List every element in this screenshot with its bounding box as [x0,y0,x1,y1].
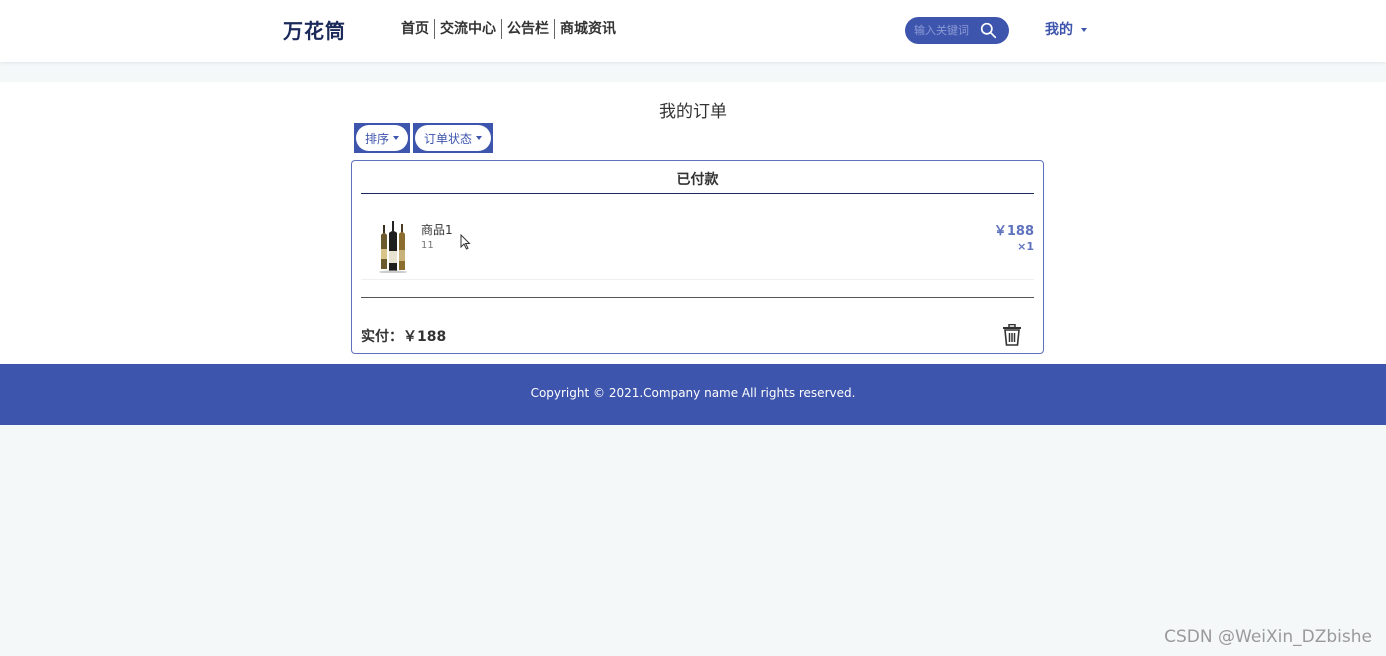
nav-item-news[interactable]: 商城资讯 [554,19,621,39]
order-status-button-inner: 订单状态 [415,125,492,151]
sort-dropdown-button[interactable]: 排序 [354,123,411,153]
product-quantity: ×1 [1017,240,1034,253]
chevron-down-icon [1081,28,1087,32]
search-icon[interactable] [980,22,997,39]
order-card: 已付款 商品1 11 ￥188 ×1 实付：￥188 [351,160,1044,354]
chevron-down-icon [393,136,400,140]
order-status-button-label: 订单状态 [424,131,473,146]
user-menu-dropdown[interactable]: 我的 [1045,19,1087,39]
product-spec: 11 [421,240,434,251]
nav-item-notice[interactable]: 公告栏 [501,19,554,39]
search-box [905,17,1009,44]
page-title: 我的订单 [659,102,727,122]
order-status-dropdown-button[interactable]: 订单状态 [413,123,494,153]
copyright-text: Copyright © 2021.Company name All rights… [530,386,856,400]
search-input[interactable] [914,24,980,37]
main-nav: 首页 交流中心 公告栏 商城资讯 [396,19,621,39]
divider [361,297,1034,298]
mouse-cursor-icon [460,234,471,250]
watermark-text: CSDN @WeiXin_DZbishe [1164,627,1372,647]
top-navbar: 万花筒 首页 交流中心 公告栏 商城资讯 我的 [0,0,1386,62]
product-image[interactable] [376,221,410,273]
product-price: ￥188 [993,224,1034,239]
divider [361,193,1034,194]
main-content: 我的订单 排序 订单状态 已付款 商品1 11 ￥188 ×1 实付：￥188 [0,82,1386,364]
product-name[interactable]: 商品1 [421,221,453,238]
order-status-label: 已付款 [676,172,719,188]
site-logo[interactable]: 万花筒 [283,15,346,44]
nav-item-home[interactable]: 首页 [396,19,434,39]
order-total: 实付：￥188 [361,329,447,345]
sort-button-inner: 排序 [356,125,409,151]
nav-item-forum[interactable]: 交流中心 [434,19,501,39]
page-footer: Copyright © 2021.Company name All rights… [0,364,1386,425]
sort-button-label: 排序 [365,131,390,146]
chevron-down-icon [476,136,483,140]
user-menu-label: 我的 [1045,22,1073,38]
trash-icon[interactable] [1002,324,1022,346]
